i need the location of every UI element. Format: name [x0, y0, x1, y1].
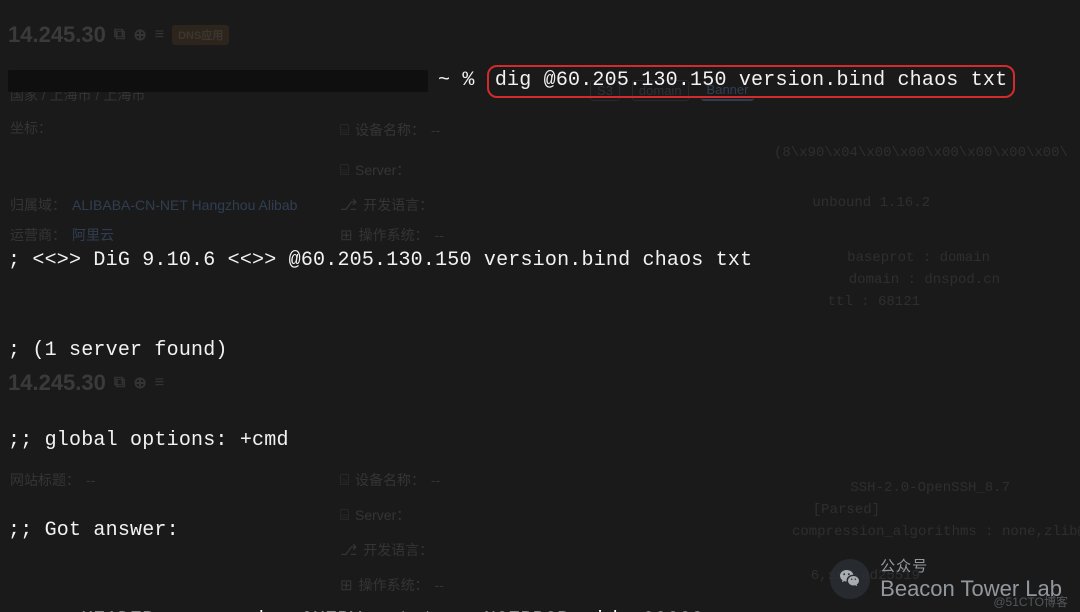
dig-header-line: ;; ->>HEADER<<- opcode: QUERY, status: N… [8, 606, 1072, 612]
prompt-symbol: ~ % [438, 66, 487, 96]
highlighted-command: dig @60.205.130.150 version.bind chaos t… [487, 65, 1015, 98]
shell-prompt-line: ~ % dig @60.205.130.150 version.bind cha… [8, 66, 1072, 96]
dig-got-answer: ;; Got answer: [8, 516, 1072, 546]
dig-servers-found: ; (1 server found) [8, 336, 1072, 366]
dig-banner-line: ; <<>> DiG 9.10.6 <<>> @60.205.130.150 v… [8, 246, 1072, 276]
terminal-window[interactable]: ~ % dig @60.205.130.150 version.bind cha… [0, 0, 1080, 612]
credit-text: @51CTO博客 [993, 593, 1068, 610]
dig-global-opts: ;; global options: +cmd [8, 426, 1072, 456]
prompt-redacted [8, 70, 428, 92]
wechat-icon [830, 559, 870, 599]
